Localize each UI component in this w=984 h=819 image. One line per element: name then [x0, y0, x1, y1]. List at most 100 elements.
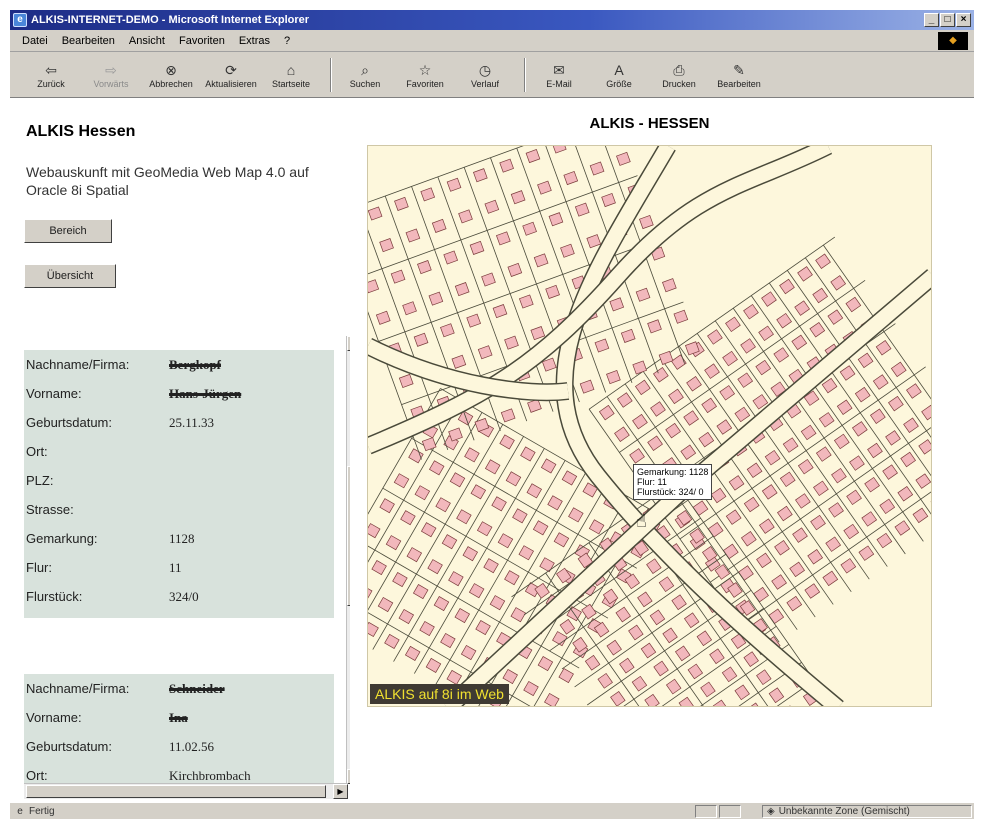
scroll-thumb[interactable] [347, 466, 350, 606]
favorites-button[interactable]: ☆ Favoriten [398, 61, 452, 89]
left-panel: ALKIS Hessen Webauskunft mit GeoMedia We… [10, 99, 356, 802]
field-value: 324/0 [169, 588, 199, 604]
building [398, 373, 414, 388]
building [441, 534, 458, 550]
building [586, 234, 602, 249]
building [431, 218, 447, 233]
building [761, 484, 778, 500]
vertical-scrollbar[interactable]: ▲ ▼ [346, 336, 350, 784]
building [747, 702, 763, 706]
building [830, 275, 847, 291]
menu-bearbeiten[interactable]: Bearbeiten [55, 35, 122, 47]
mail-button[interactable]: ✉ E-Mail [532, 61, 586, 89]
back-button[interactable]: ⇦ Zurück [24, 61, 78, 89]
building [404, 645, 421, 662]
field-value: Bergkopf [169, 356, 221, 372]
owner-record: Nachname/Firma: Schneider Vorname: Ina Geb… [24, 674, 334, 794]
search-button[interactable]: ⌕ Suchen [338, 61, 392, 89]
building [921, 404, 931, 421]
field-value: 11 [169, 559, 182, 575]
road-outline [555, 146, 844, 706]
stop-button[interactable]: ⊗ Abbrechen [144, 61, 198, 89]
building [406, 547, 423, 563]
building [368, 523, 381, 539]
building [579, 379, 595, 394]
building [428, 460, 445, 476]
building [629, 448, 645, 464]
scroll-right-icon[interactable]: ▶ [333, 784, 348, 799]
building [510, 190, 526, 205]
building [912, 507, 929, 524]
field-label: Nachname/Firma: [26, 357, 130, 372]
app-description: Webauskunft mit GeoMedia Web Map 4.0 auf… [26, 164, 309, 198]
print-button[interactable]: ⎙ Drucken [652, 61, 706, 89]
building [500, 408, 516, 423]
building [568, 507, 584, 523]
minimize-button[interactable]: _ [924, 13, 939, 27]
bereich-button[interactable]: Bereich [24, 219, 112, 243]
building [662, 278, 677, 293]
scroll-up-icon[interactable]: ▲ [347, 336, 350, 351]
building [545, 284, 560, 299]
building [525, 149, 541, 164]
maximize-button[interactable]: □ [940, 13, 955, 27]
menu-favoriten[interactable]: Favoriten [172, 35, 232, 47]
menu-ansicht[interactable]: Ansicht [122, 35, 172, 47]
forward-label: Vorwärts [93, 78, 129, 89]
building [421, 437, 437, 452]
building [620, 328, 636, 343]
back-arrow-icon: ⇦ [45, 61, 57, 78]
building [674, 645, 691, 662]
building [449, 472, 466, 488]
edit-button[interactable]: ✎ Bearbeiten [712, 61, 766, 89]
building [719, 385, 736, 401]
building [470, 484, 487, 500]
menu-help[interactable]: ? [277, 35, 297, 47]
status-bar: e Fertig ◈ Unbekannte Zone (Gemischt) [10, 802, 974, 819]
building [680, 444, 697, 461]
building [428, 291, 444, 306]
font-size-button[interactable]: A Größe [592, 61, 646, 89]
uebersicht-button[interactable]: Übersicht [24, 264, 116, 288]
building [619, 657, 635, 674]
window-title: ALKIS-INTERNET-DEMO - Microsoft Internet… [31, 14, 310, 26]
building [725, 316, 741, 333]
home-button[interactable]: ⌂ Startseite [264, 61, 318, 89]
print-icon: ⎙ [673, 61, 685, 78]
scroll-down-icon[interactable]: ▼ [347, 769, 350, 784]
building [448, 571, 464, 587]
building [504, 335, 519, 350]
building [822, 570, 839, 587]
menu-extras[interactable]: Extras [232, 35, 277, 47]
menu-datei[interactable]: Datei [10, 35, 55, 47]
forward-button[interactable]: ⇨ Vorwärts [84, 61, 138, 89]
history-button[interactable]: ◷ Verlauf [458, 61, 512, 89]
building [665, 422, 681, 439]
building [510, 607, 526, 623]
horizontal-scrollbar[interactable]: ▶ [24, 783, 348, 799]
building [864, 476, 880, 493]
building [792, 527, 808, 543]
search-icon: ⌕ [361, 61, 369, 78]
building [875, 339, 892, 356]
building [897, 485, 914, 502]
building [858, 545, 875, 561]
building [807, 549, 824, 565]
page-title: ALKIS Hessen [26, 123, 136, 140]
status-text: Fertig [29, 805, 55, 817]
building [606, 370, 621, 385]
building [813, 480, 829, 497]
close-button[interactable]: × [956, 13, 971, 27]
cadastral-map[interactable]: Gemarkung: 1128 Flur: 11 Flurstück: 324/… [367, 145, 932, 707]
building [900, 451, 917, 468]
refresh-button[interactable]: ⟳ Aktualisieren [204, 61, 258, 89]
building [696, 630, 713, 647]
building [375, 310, 391, 325]
hscroll-thumb[interactable] [26, 785, 326, 798]
building [797, 458, 814, 475]
status-segment [694, 804, 717, 818]
building [825, 536, 842, 552]
building [768, 687, 785, 704]
building [609, 297, 625, 312]
tooltip-line: Flur: 11 [637, 477, 667, 487]
